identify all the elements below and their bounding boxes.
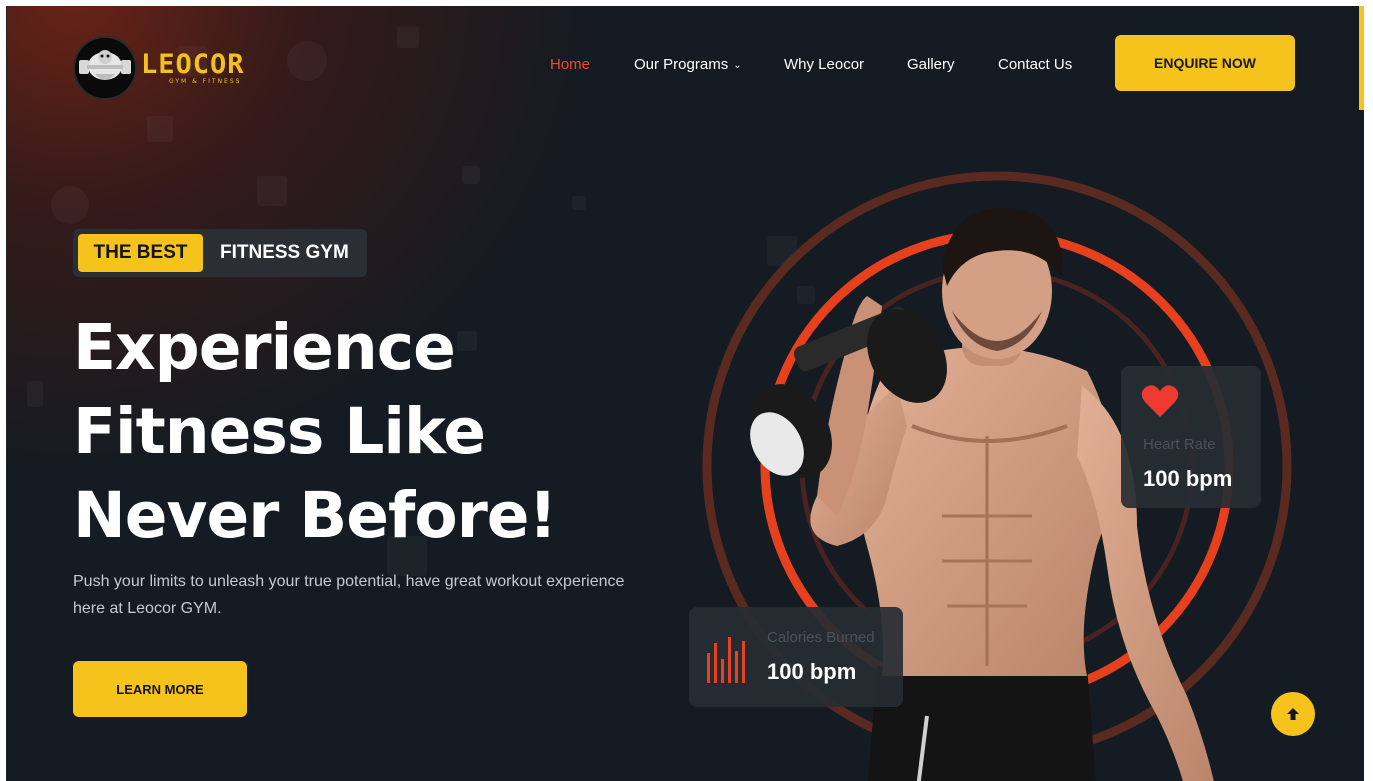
decor-circle bbox=[287, 41, 327, 81]
site-logo[interactable]: LEOCOR GYM & FITNESS bbox=[73, 36, 245, 100]
badge-text: FITNESS GYM bbox=[220, 242, 349, 263]
decor-square bbox=[257, 176, 287, 206]
heart-rate-label: Heart Rate bbox=[1143, 436, 1216, 453]
decor-circle bbox=[51, 186, 89, 224]
heart-rate-card: Heart Rate 100 bpm bbox=[1121, 366, 1261, 508]
heart-rate-value: 100 bpm bbox=[1143, 466, 1233, 491]
bar-chart-icon bbox=[707, 637, 745, 683]
scroll-to-top-button[interactable] bbox=[1271, 692, 1315, 736]
calories-card: Calories Burned 100 bpm bbox=[689, 607, 903, 707]
badge-highlight: THE BEST bbox=[78, 234, 203, 272]
decor-square bbox=[462, 166, 480, 184]
calories-label: Calories Burned bbox=[767, 629, 875, 646]
scrollbar-thumb[interactable] bbox=[1359, 6, 1364, 110]
calories-value: 100 bpm bbox=[767, 659, 857, 684]
hero-badge: THE BEST FITNESS GYM bbox=[73, 229, 367, 277]
logo-tagline: GYM & FITNESS bbox=[169, 77, 242, 85]
decor-square bbox=[27, 381, 43, 407]
nav-item-label: Our Programs bbox=[634, 56, 729, 73]
nav-item-contact-us[interactable]: Contact Us bbox=[998, 56, 1072, 73]
heart-icon bbox=[1141, 385, 1179, 417]
headline-line: Fitness Like bbox=[73, 395, 486, 468]
nav-item-our-programs[interactable]: Our Programs ⌄ bbox=[634, 56, 742, 73]
nav-item-why-leocor[interactable]: Why Leocor bbox=[784, 56, 864, 73]
headline-line: Experience bbox=[73, 311, 456, 384]
logo-emblem-icon bbox=[73, 36, 137, 100]
learn-more-button[interactable]: LEARN MORE bbox=[73, 661, 247, 717]
hero-headline: Experience Fitness Like Never Before! bbox=[73, 306, 633, 558]
enquire-now-button[interactable]: ENQUIRE NOW bbox=[1115, 35, 1295, 91]
decor-square bbox=[572, 196, 586, 210]
nav-item-gallery[interactable]: Gallery bbox=[907, 56, 955, 73]
logo-name: LEOCOR bbox=[141, 48, 245, 80]
decor-square bbox=[147, 116, 173, 142]
arrow-up-icon bbox=[1287, 708, 1299, 720]
nav-item-home[interactable]: Home bbox=[550, 56, 590, 73]
hero-section: LEOCOR GYM & FITNESS Home Our Programs ⌄ … bbox=[6, 6, 1364, 781]
decor-square bbox=[397, 26, 419, 48]
hero-description: Push your limits to unleash your true po… bbox=[73, 573, 625, 617]
chevron-down-icon: ⌄ bbox=[733, 60, 742, 71]
headline-line: Never Before! bbox=[73, 479, 557, 552]
